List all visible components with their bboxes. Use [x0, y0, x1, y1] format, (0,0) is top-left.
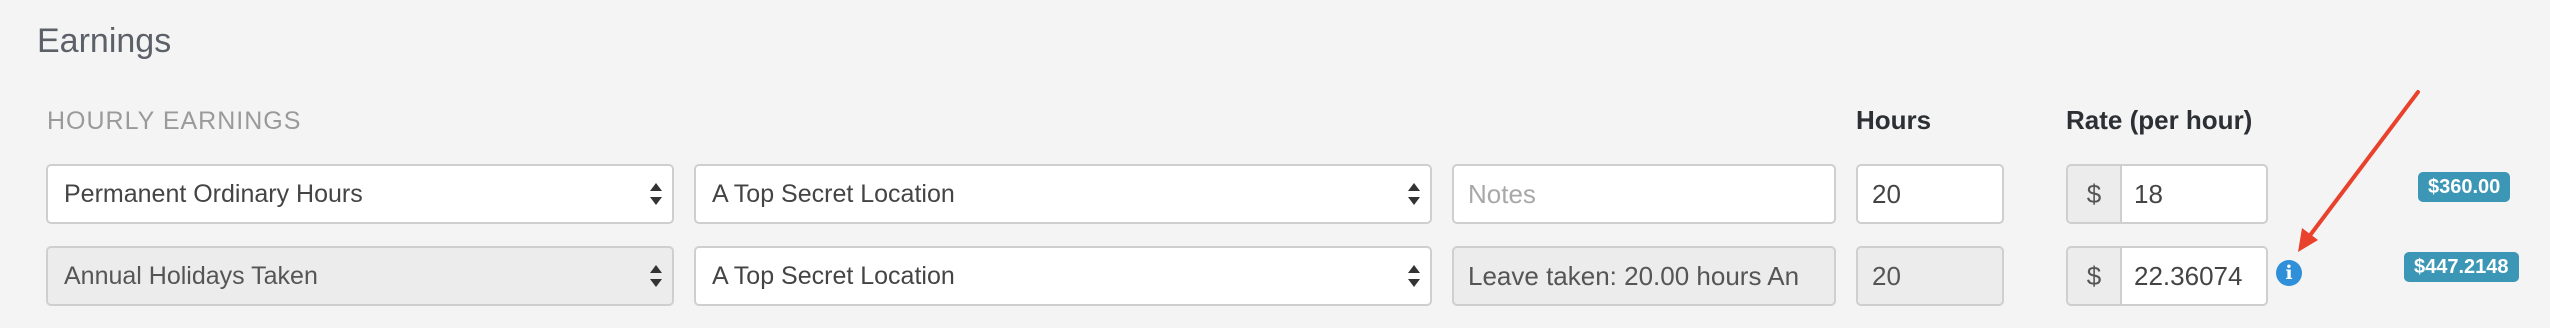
location-select[interactable]: A Top Secret Location	[694, 246, 1432, 306]
info-icon[interactable]: i	[2276, 260, 2302, 286]
updown-arrows-icon	[1408, 183, 1420, 205]
hours-input[interactable]: 20	[1856, 246, 2004, 306]
earnings-panel: Earnings HOURLY EARNINGS Hours Rate (per…	[0, 0, 2550, 328]
location-value: A Top Secret Location	[712, 262, 955, 290]
currency-addon: $	[2066, 246, 2122, 306]
updown-arrows-icon	[650, 265, 662, 287]
annotation-arrow-icon	[2298, 90, 2420, 252]
earnings-type-value: Permanent Ordinary Hours	[64, 180, 363, 208]
location-value: A Top Secret Location	[712, 180, 955, 208]
earnings-type-value: Annual Holidays Taken	[64, 262, 318, 290]
earnings-type-select[interactable]: Annual Holidays Taken	[46, 246, 674, 306]
updown-arrows-icon	[650, 183, 662, 205]
notes-input[interactable]: Leave taken: 20.00 hours An	[1452, 246, 1836, 306]
currency-addon: $	[2066, 164, 2122, 224]
section-title: Earnings	[37, 22, 172, 60]
amount-badge: $360.00	[2418, 172, 2511, 202]
notes-input[interactable]: Notes	[1452, 164, 1836, 224]
hours-column-header: Hours	[1856, 105, 1932, 135]
updown-arrows-icon	[1408, 265, 1420, 287]
rate-input[interactable]: 18	[2120, 164, 2268, 224]
rate-input[interactable]: 22.36074	[2120, 246, 2268, 306]
location-select[interactable]: A Top Secret Location	[694, 164, 1432, 224]
earnings-type-select[interactable]: Permanent Ordinary Hours	[46, 164, 674, 224]
hours-input[interactable]: 20	[1856, 164, 2004, 224]
rate-column-header: Rate (per hour)	[2066, 105, 2253, 135]
hourly-earnings-heading: HOURLY EARNINGS	[47, 107, 302, 135]
